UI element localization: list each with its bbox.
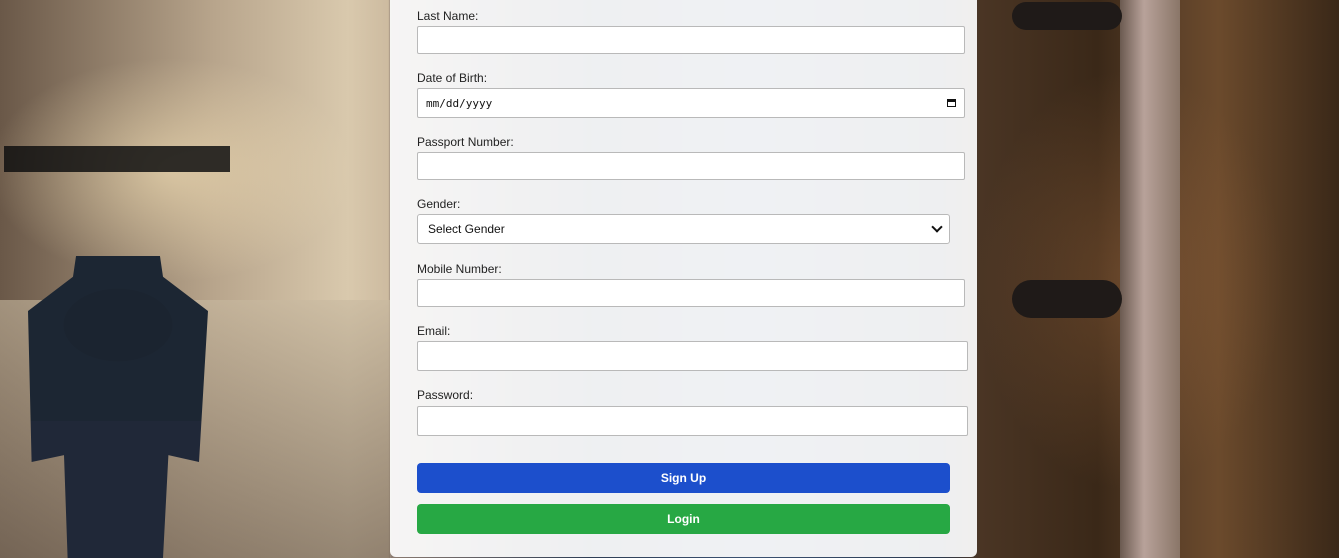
dob-label: Date of Birth: (417, 71, 488, 85)
passport-label: Passport Number: (417, 135, 514, 149)
gender-selected-value: Select Gender (428, 222, 505, 236)
background-sign (4, 146, 230, 172)
last-name-label: Last Name: (417, 9, 479, 23)
email-label: Email: (417, 324, 451, 338)
sign-up-button[interactable]: Sign Up (417, 463, 950, 493)
dob-placeholder: mm/dd/yyyy (426, 96, 493, 110)
passport-number-input[interactable] (417, 152, 965, 180)
dob-input[interactable]: mm/dd/yyyy (417, 88, 965, 118)
calendar-icon[interactable] (947, 99, 956, 107)
chevron-down-icon (931, 221, 943, 233)
gender-label: Gender: (417, 197, 461, 211)
background-handle-bottom (1012, 280, 1122, 318)
gender-select[interactable]: Select Gender (417, 214, 950, 244)
password-input[interactable] (417, 406, 968, 436)
background-handle-top (1012, 2, 1122, 30)
mobile-number-input[interactable] (417, 279, 965, 307)
background-post (1120, 0, 1180, 558)
mobile-label: Mobile Number: (417, 262, 502, 276)
email-input[interactable] (417, 341, 968, 371)
password-label: Password: (417, 388, 474, 402)
login-button[interactable]: Login (417, 504, 950, 534)
last-name-input[interactable] (417, 26, 965, 54)
